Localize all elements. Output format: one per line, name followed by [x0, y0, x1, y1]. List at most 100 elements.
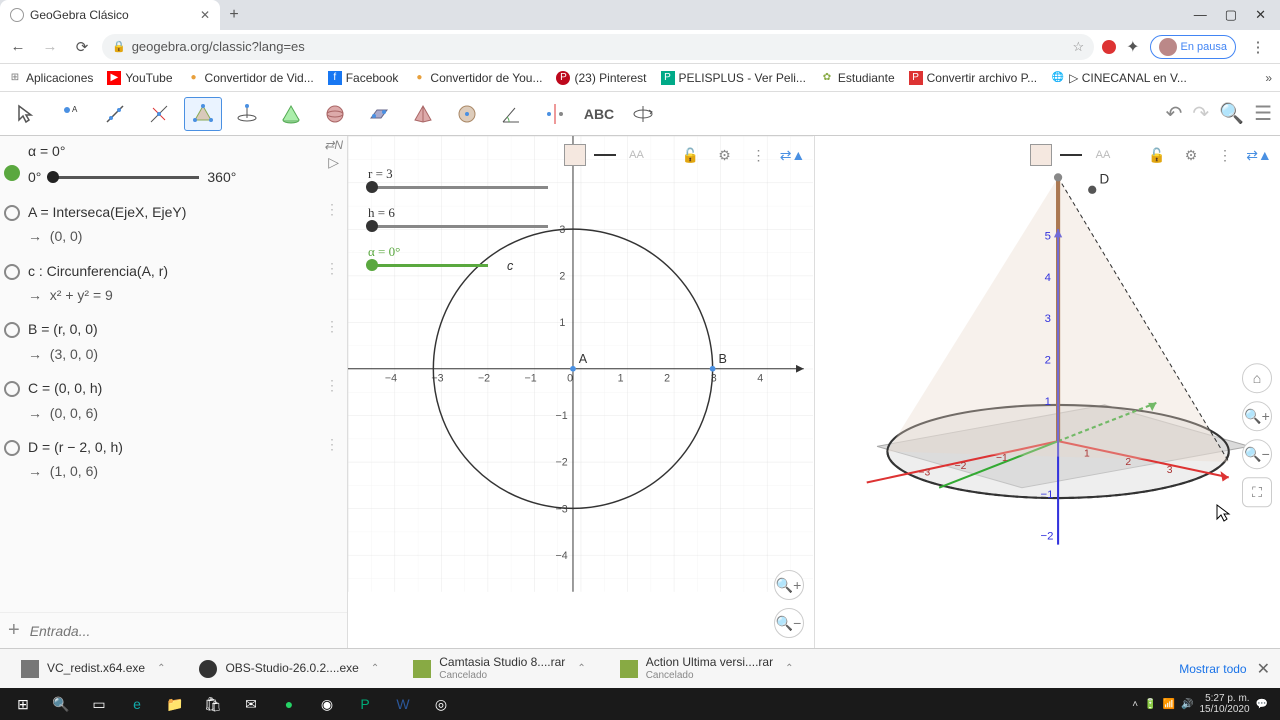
- bookmark-cinecanal[interactable]: 🌐▷ CINECANAL en V...: [1051, 71, 1187, 85]
- browser-tab[interactable]: GeoGebra Clásico ✕: [0, 0, 220, 30]
- item-menu-icon[interactable]: ⋮: [325, 260, 339, 277]
- profile-paused[interactable]: En pausa: [1150, 35, 1236, 59]
- search-taskbar-icon[interactable]: 🔍: [42, 688, 80, 720]
- lock-view-icon[interactable]: 🔓: [1144, 142, 1170, 168]
- fullscreen-button[interactable]: ⛶: [1242, 477, 1272, 507]
- download-item[interactable]: OBS-Studio-26.0.2....exe ⌃: [188, 655, 390, 683]
- close-window-icon[interactable]: ✕: [1255, 7, 1266, 23]
- word-icon[interactable]: W: [384, 688, 422, 720]
- publisher-icon[interactable]: P: [346, 688, 384, 720]
- panel-expand-icon[interactable]: ⇄▲: [1246, 142, 1272, 168]
- maximize-icon[interactable]: ▢: [1225, 7, 1237, 23]
- slider-alpha-green[interactable]: α = 0°: [368, 244, 548, 267]
- item-menu-icon[interactable]: ⋮: [325, 377, 339, 394]
- line-style-swatch[interactable]: [594, 154, 616, 156]
- algebra-item-d[interactable]: D = (r − 2, 0, h) → (1, 0, 6) ⋮: [0, 430, 347, 489]
- menu-icon[interactable]: ☰: [1254, 101, 1272, 126]
- tool-circle[interactable]: [228, 97, 266, 131]
- obs-icon[interactable]: ◎: [422, 688, 460, 720]
- bookmark-pelisplus[interactable]: PPELISPLUS - Ver Peli...: [661, 71, 806, 85]
- line-style-swatch[interactable]: [1060, 154, 1082, 156]
- chevron-up-icon[interactable]: ⌃: [785, 663, 793, 674]
- visibility-toggle[interactable]: [4, 205, 20, 221]
- zoom-in-button[interactable]: 🔍+: [774, 570, 804, 600]
- bookmark-youtube[interactable]: ▶YouTube: [107, 71, 172, 85]
- close-downloads-icon[interactable]: ✕: [1257, 659, 1270, 679]
- mail-icon[interactable]: ✉: [232, 688, 270, 720]
- tab-close-icon[interactable]: ✕: [200, 8, 210, 22]
- notifications-icon[interactable]: 💬: [1256, 699, 1268, 710]
- show-all-downloads[interactable]: Mostrar todo: [1179, 662, 1246, 676]
- algebra-item-b[interactable]: B = (r, 0, 0) → (3, 0, 0) ⋮: [0, 312, 347, 371]
- whatsapp-icon[interactable]: ●: [270, 688, 308, 720]
- tool-rotate-view[interactable]: [624, 97, 662, 131]
- canvas-3d[interactable]: D 5 4 3 2 1 −1 −2 −3−2−1 123: [815, 136, 1280, 622]
- bookmark-convertidor-vid[interactable]: ●Convertidor de Vid...: [187, 71, 314, 85]
- download-item[interactable]: Action Ultima versi....rarCancelado ⌃: [609, 651, 805, 685]
- bookmark-convertidor-you[interactable]: ●Convertidor de You...: [412, 71, 542, 85]
- ublock-icon[interactable]: [1102, 40, 1116, 54]
- start-button[interactable]: ⊞: [4, 688, 42, 720]
- add-input-icon[interactable]: +: [8, 619, 20, 642]
- bookmark-pinterest[interactable]: P(23) Pinterest: [556, 71, 646, 85]
- reload-button[interactable]: ⟳: [70, 38, 94, 56]
- edge-icon[interactable]: e: [118, 688, 156, 720]
- settings-icon[interactable]: ⚙: [1178, 142, 1204, 168]
- minimize-icon[interactable]: —: [1194, 7, 1207, 23]
- home-view-button[interactable]: ⌂: [1242, 363, 1272, 393]
- forward-button[interactable]: →: [38, 38, 62, 55]
- algebra-item-alpha[interactable]: α = 0° 0° 360° ⇄N ▷: [0, 136, 347, 195]
- star-icon[interactable]: ☆: [1072, 39, 1084, 55]
- tool-text[interactable]: ABC: [580, 97, 618, 131]
- settings-icon[interactable]: ⚙: [712, 142, 738, 168]
- label-style-icon[interactable]: AA: [1090, 142, 1116, 168]
- algebra-item-a[interactable]: A = Interseca(EjeX, EjeY) → (0, 0) ⋮: [0, 195, 347, 254]
- new-tab-button[interactable]: +: [220, 6, 248, 24]
- tool-polygon[interactable]: [184, 97, 222, 131]
- algebra-item-c-point[interactable]: C = (0, 0, h) → (0, 0, 6) ⋮: [0, 371, 347, 430]
- tool-plane[interactable]: [360, 97, 398, 131]
- zoom-out-button[interactable]: 🔍−: [1242, 439, 1272, 469]
- alpha-slider[interactable]: [49, 176, 199, 179]
- explorer-icon[interactable]: 📁: [156, 688, 194, 720]
- bookmark-estudiante[interactable]: ✿Estudiante: [820, 71, 895, 85]
- extensions-icon[interactable]: ✦: [1126, 37, 1139, 57]
- url-input[interactable]: 🔒 geogebra.org/classic?lang=es ☆: [102, 34, 1094, 60]
- tool-reflect[interactable]: [536, 97, 574, 131]
- battery-icon[interactable]: 🔋: [1144, 699, 1156, 710]
- tool-perpendicular[interactable]: [140, 97, 178, 131]
- tool-cone[interactable]: [272, 97, 310, 131]
- algebra-input[interactable]: [30, 623, 339, 639]
- panel-expand-icon[interactable]: ⇄▲: [780, 142, 806, 168]
- download-item[interactable]: VC_redist.x64.exe ⌃: [10, 655, 176, 683]
- tool-point[interactable]: A: [52, 97, 90, 131]
- tool-pyramid[interactable]: [404, 97, 442, 131]
- tray-chevron-icon[interactable]: ˄: [1132, 699, 1138, 710]
- lock-view-icon[interactable]: 🔓: [678, 142, 704, 168]
- bookmarks-overflow[interactable]: »: [1265, 71, 1272, 85]
- store-icon[interactable]: 🛍: [194, 688, 232, 720]
- fill-color-swatch[interactable]: [1030, 144, 1052, 166]
- label-style-icon[interactable]: AA: [624, 142, 650, 168]
- slider-h[interactable]: h = 6: [368, 205, 548, 228]
- visibility-toggle[interactable]: [4, 165, 20, 181]
- visibility-toggle[interactable]: [4, 440, 20, 456]
- visibility-toggle[interactable]: [4, 381, 20, 397]
- taskbar-clock[interactable]: 5:27 p. m. 15/10/2020: [1199, 693, 1249, 715]
- bookmark-facebook[interactable]: fFacebook: [328, 71, 399, 85]
- back-button[interactable]: ←: [6, 38, 30, 55]
- chrome-icon[interactable]: ◉: [308, 688, 346, 720]
- item-menu-icon[interactable]: ⋮: [325, 436, 339, 453]
- apps-shortcut[interactable]: ⊞Aplicaciones: [8, 71, 93, 85]
- algebra-mode-toggle[interactable]: ⇄N: [324, 138, 343, 152]
- tool-sphere[interactable]: [316, 97, 354, 131]
- panel-menu-icon[interactable]: ⋮: [746, 142, 772, 168]
- play-slider-icon[interactable]: ▷: [328, 154, 339, 171]
- volume-icon[interactable]: 🔊: [1181, 699, 1193, 710]
- algebra-item-c[interactable]: c : Circunferencia(A, r) → x² + y² = 9 ⋮: [0, 254, 347, 313]
- redo-button[interactable]: ↷: [1192, 101, 1209, 126]
- zoom-in-button[interactable]: 🔍+: [1242, 401, 1272, 431]
- panel-menu-icon[interactable]: ⋮: [1212, 142, 1238, 168]
- graphics-view-3d[interactable]: AA 🔓 ⚙ ⋮ ⇄▲ D 5 4: [815, 136, 1280, 648]
- chrome-menu-icon[interactable]: ⋮: [1246, 38, 1270, 56]
